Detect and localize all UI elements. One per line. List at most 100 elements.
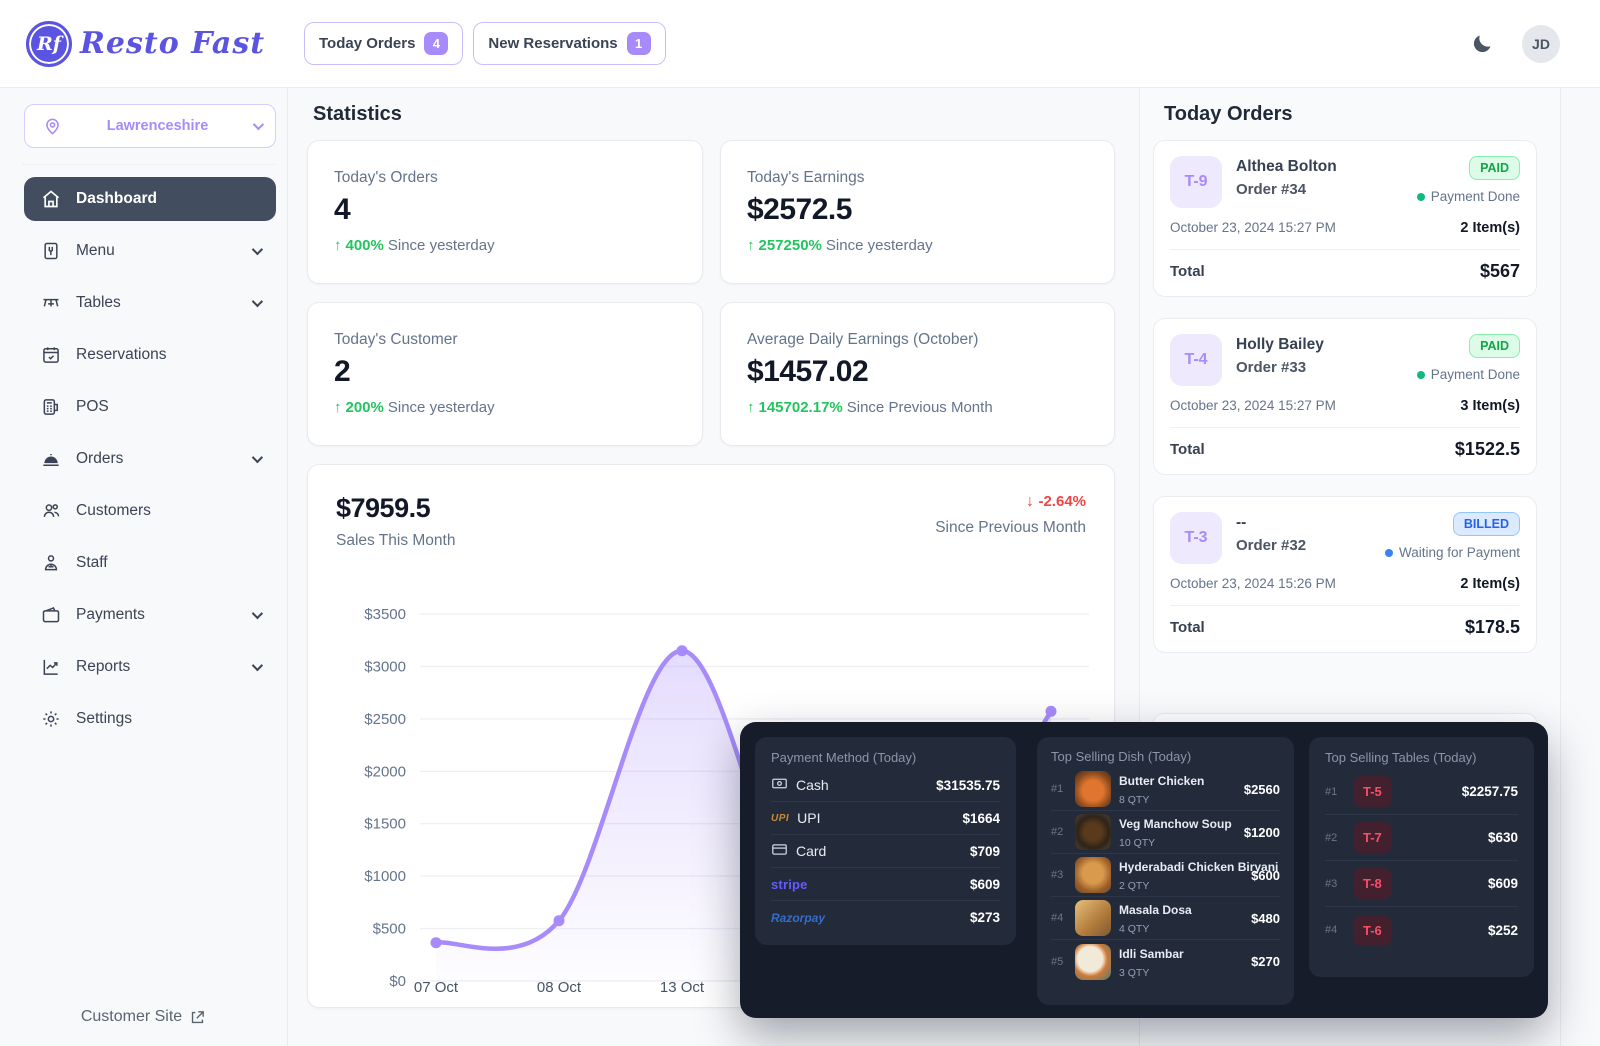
location-selector-label: Lawrenceshire [62, 118, 253, 134]
dish-photo [1075, 771, 1111, 807]
order-items-count: 2 Item(s) [1460, 576, 1520, 592]
calendar-check-icon [40, 345, 62, 365]
sidebar-item-tables[interactable]: Tables [24, 281, 276, 325]
sidebar-item-label: Orders [76, 450, 123, 468]
location-selector[interactable]: Lawrenceshire [24, 104, 276, 148]
payment-row: UPIUPI $1664 [771, 802, 1000, 835]
payment-row: Card $709 [771, 835, 1000, 868]
header-quick-buttons: Today Orders 4 New Reservations 1 [304, 22, 666, 65]
sidebar-item-orders[interactable]: Orders [24, 437, 276, 481]
status-dot-icon [1417, 193, 1425, 201]
sidebar-item-settings[interactable]: Settings [24, 697, 276, 741]
logo-mark-text: Rf [37, 33, 61, 55]
home-icon [40, 189, 62, 209]
payment-method-title: Payment Method (Today) [771, 750, 1000, 765]
table-badge: T-6 [1353, 915, 1392, 946]
header-right-group: JD [1470, 25, 1560, 63]
payment-method-label: Card [796, 843, 826, 859]
status-badge: BILLED [1453, 512, 1520, 536]
sidebar-item-customers[interactable]: Customers [24, 489, 276, 533]
today-orders-button-label: Today Orders [319, 35, 415, 52]
dish-name: Idli Sambar [1119, 947, 1184, 961]
divider [1170, 249, 1520, 250]
order-card[interactable]: T-4 Holly Bailey Order #33 PAID Payment … [1153, 318, 1537, 475]
stat-card-average-daily-earnings: Average Daily Earnings (October) $1457.0… [720, 302, 1115, 446]
rank-label: #5 [1051, 956, 1067, 968]
rank-label: #3 [1325, 878, 1341, 890]
chevron-down-icon [252, 660, 263, 671]
stat-value: 4 [334, 193, 676, 227]
table-amount: $630 [1488, 830, 1518, 845]
divider [1170, 605, 1520, 606]
dish-amount: $1200 [1244, 825, 1280, 840]
order-card[interactable]: T-3 -- Order #32 BILLED Waiting for Paym… [1153, 496, 1537, 653]
new-reservations-button[interactable]: New Reservations 1 [473, 22, 665, 65]
sidebar-item-label: Settings [76, 710, 132, 728]
payment-method-label: Cash [796, 777, 829, 793]
order-items-count: 3 Item(s) [1460, 398, 1520, 414]
svg-text:13 Oct: 13 Oct [660, 979, 705, 996]
external-link-icon [189, 1009, 206, 1026]
app-root: Rf Resto Fast Today Orders 4 New Reserva… [0, 0, 1600, 1046]
payment-amount: $31535.75 [936, 778, 1000, 793]
dish-row: #2 Veg Manchow Soup10 QTY $1200 [1051, 811, 1280, 854]
order-date: October 23, 2024 15:27 PM [1170, 398, 1336, 414]
sidebar-item-label: Reports [76, 658, 130, 676]
arrow-up-icon: ↑ [334, 399, 342, 416]
payment-method-label: UPI [797, 810, 820, 826]
dark-mode-toggle[interactable] [1470, 32, 1494, 56]
payment-method-panel: Payment Method (Today) Cash $31535.75 UP… [755, 737, 1016, 945]
today-orders-button[interactable]: Today Orders 4 [304, 22, 463, 65]
stripe-logo: stripe [771, 877, 808, 892]
arrow-up-icon: ↑ [334, 237, 342, 254]
stat-delta-note: Since yesterday [826, 237, 933, 254]
dish-photo [1075, 944, 1111, 980]
stat-title: Average Daily Earnings (October) [747, 331, 1088, 349]
sidebar-item-pos[interactable]: POS [24, 385, 276, 429]
stat-card-todays-customer: Today's Customer 2 ↑200%Since yesterday [307, 302, 703, 446]
sidebar-item-label: POS [76, 398, 109, 416]
dish-photo [1075, 857, 1111, 893]
sidebar-item-dashboard[interactable]: Dashboard [24, 177, 276, 221]
total-label: Total [1170, 263, 1205, 280]
gear-icon [40, 709, 62, 729]
stat-delta-note: Since yesterday [388, 399, 495, 416]
sidebar-item-reports[interactable]: Reports [24, 645, 276, 689]
svg-text:$500: $500 [373, 921, 406, 938]
menu-book-icon [40, 241, 62, 261]
rank-label: #1 [1051, 783, 1067, 795]
sidebar-item-payments[interactable]: Payments [24, 593, 276, 637]
location-pin-icon [43, 117, 62, 136]
stat-card-todays-earnings: Today's Earnings $2572.5 ↑257250%Since y… [720, 140, 1115, 284]
table-badge: T-7 [1353, 822, 1392, 853]
chevron-down-icon [252, 296, 263, 307]
payment-amount: $609 [970, 877, 1000, 892]
sidebar-item-menu[interactable]: Menu [24, 229, 276, 273]
customer-site-link[interactable]: Customer Site [24, 1008, 275, 1026]
table-badge: T-3 [1170, 512, 1222, 564]
customer-site-link-label: Customer Site [81, 1008, 182, 1026]
customer-name: Althea Bolton [1236, 158, 1337, 176]
table-rank-row: #4 T-6 $252 [1325, 907, 1518, 953]
stat-cards: Today's Orders 4 ↑400%Since yesterday To… [307, 140, 1115, 446]
status-dot-icon [1385, 549, 1393, 557]
chevron-down-icon [252, 608, 263, 619]
sidebar-item-staff[interactable]: Staff [24, 541, 276, 585]
user-avatar[interactable]: JD [1522, 25, 1560, 63]
sidebar-item-reservations[interactable]: Reservations [24, 333, 276, 377]
top-selling-dish-title: Top Selling Dish (Today) [1051, 749, 1280, 764]
arrow-up-icon: ↑ [747, 237, 755, 254]
top-selling-tables-title: Top Selling Tables (Today) [1325, 750, 1518, 765]
cash-icon [771, 775, 788, 795]
dish-row: #4 Masala Dosa4 QTY $480 [1051, 897, 1280, 940]
order-card[interactable]: T-9 Althea Bolton Order #34 PAID Payment… [1153, 140, 1537, 297]
table-rank-row: #1 T-5 $2257.75 [1325, 769, 1518, 815]
logo-mark-icon: Rf [26, 21, 72, 67]
table-badge: T-4 [1170, 334, 1222, 386]
sidebar-item-label: Customers [76, 502, 151, 520]
sidebar: Lawrenceshire Dashboard Menu Tables [0, 88, 288, 1046]
order-number: Order #32 [1236, 537, 1306, 554]
table-rank-row: #3 T-8 $609 [1325, 861, 1518, 907]
dish-amount: $2560 [1244, 782, 1280, 797]
rank-label: #4 [1325, 924, 1341, 936]
